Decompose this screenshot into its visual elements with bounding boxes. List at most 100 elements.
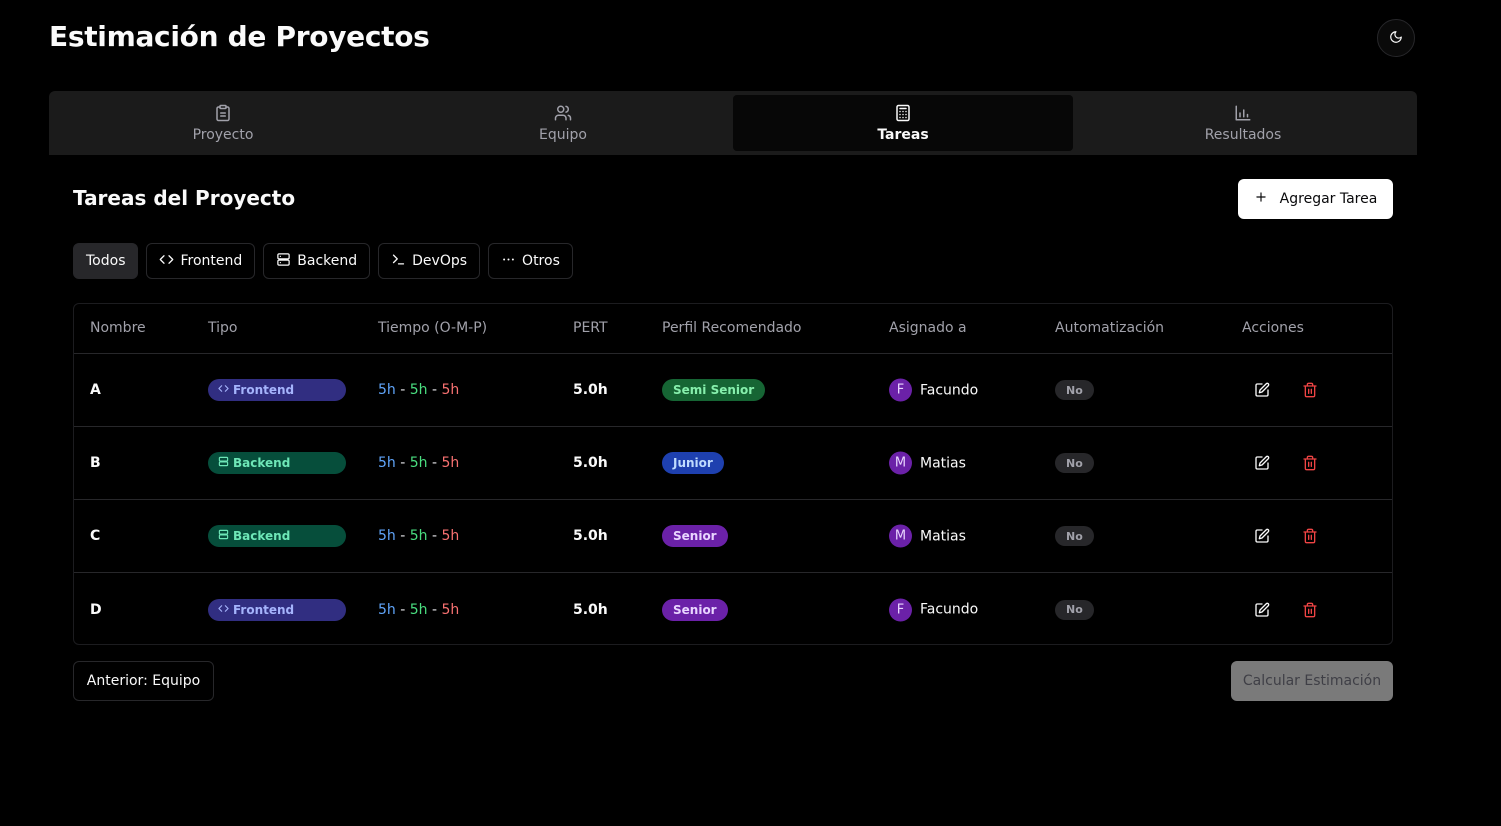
code-icon xyxy=(218,603,229,617)
type-label: Backend xyxy=(233,529,291,543)
automation-badge: No xyxy=(1055,599,1094,620)
filter-label: DevOps xyxy=(412,253,468,269)
filter-todos[interactable]: Todos xyxy=(73,243,139,279)
type-label: Frontend xyxy=(233,383,295,397)
tab-proyecto[interactable]: Proyecto xyxy=(53,95,393,151)
edit-icon[interactable] xyxy=(1253,381,1271,399)
tab-label: Proyecto xyxy=(192,126,254,143)
filter-backend[interactable]: Backend xyxy=(263,243,371,279)
automation-badge: No xyxy=(1055,380,1094,400)
filter-label: Otros xyxy=(522,253,560,269)
task-name: A xyxy=(90,382,101,398)
terminal-icon xyxy=(391,252,406,271)
code-icon xyxy=(159,252,174,271)
assignee: F Facundo xyxy=(889,598,978,621)
pert-value: 5.0h xyxy=(573,455,608,471)
edit-icon[interactable] xyxy=(1253,454,1271,472)
filter-label: Todos xyxy=(86,253,126,269)
tab-label: Equipo xyxy=(539,126,587,143)
task-name: C xyxy=(90,528,101,544)
column-header-perfil: Perfil Recomendado xyxy=(662,320,802,336)
time-omp: 5h - 5h - 5h xyxy=(378,382,460,398)
more-icon xyxy=(501,252,516,271)
type-badge: Frontend xyxy=(208,379,346,401)
type-badge: Backend xyxy=(208,525,346,547)
time-most-likely: 5h xyxy=(409,455,428,471)
server-icon xyxy=(276,252,291,271)
server-icon xyxy=(218,529,229,543)
column-header-acciones: Acciones xyxy=(1242,320,1304,336)
theme-toggle-button[interactable] xyxy=(1377,19,1415,57)
trash-icon[interactable] xyxy=(1301,381,1319,399)
column-header-nombre: Nombre xyxy=(90,320,146,336)
avatar: M xyxy=(889,451,912,475)
type-filters: Todos Frontend Backend DevOps Otros xyxy=(73,243,573,279)
bar-chart-icon xyxy=(1234,104,1252,122)
main-tabs: Proyecto Equipo Tareas Resultados xyxy=(49,91,1417,155)
profile-badge: Senior xyxy=(662,525,728,547)
page-title: Estimación de Proyectos xyxy=(49,20,430,53)
table-row: C Backend 5h - 5h - 5h 5.0h Senior M Mat… xyxy=(74,500,1392,573)
type-badge: Frontend xyxy=(208,598,346,621)
assignee-name: Matias xyxy=(920,455,966,471)
assignee-name: Facundo xyxy=(920,382,979,398)
filter-devops[interactable]: DevOps xyxy=(378,243,481,279)
pert-value: 5.0h xyxy=(573,382,608,398)
code-icon xyxy=(218,383,229,397)
calculate-estimation-button[interactable]: Calcular Estimación xyxy=(1231,661,1393,701)
avatar: F xyxy=(889,598,912,621)
clipboard-icon xyxy=(214,104,232,122)
pert-value: 5.0h xyxy=(573,528,608,544)
tab-equipo[interactable]: Equipo xyxy=(393,95,733,151)
filter-label: Frontend xyxy=(180,253,243,269)
assignee: M Matias xyxy=(889,451,966,475)
column-header-asignado: Asignado a xyxy=(889,320,967,336)
server-icon xyxy=(218,456,229,470)
assignee-name: Facundo xyxy=(920,601,979,618)
time-pessimistic: 5h xyxy=(441,601,460,618)
column-header-pert: PERT xyxy=(573,320,608,336)
tab-tareas[interactable]: Tareas xyxy=(733,95,1073,151)
time-optimistic: 5h xyxy=(378,601,396,618)
column-header-tipo: Tipo xyxy=(208,320,238,336)
profile-badge: Senior xyxy=(662,598,728,621)
tab-label: Tareas xyxy=(877,126,929,143)
trash-icon[interactable] xyxy=(1301,454,1319,472)
type-label: Backend xyxy=(233,456,291,470)
filter-otros[interactable]: Otros xyxy=(488,243,573,279)
trash-icon[interactable] xyxy=(1301,527,1319,545)
edit-icon[interactable] xyxy=(1253,601,1271,619)
time-most-likely: 5h xyxy=(409,601,428,618)
profile-badge: Junior xyxy=(662,452,724,474)
add-task-button[interactable]: Agregar Tarea xyxy=(1238,179,1393,219)
tab-label: Resultados xyxy=(1204,126,1282,143)
previous-step-button[interactable]: Anterior: Equipo xyxy=(73,661,214,701)
table-row: D Frontend 5h - 5h - 5h 5.0h Senior F Fa… xyxy=(74,573,1392,644)
type-label: Frontend xyxy=(233,602,295,617)
time-omp: 5h - 5h - 5h xyxy=(378,528,460,544)
tasks-table: Nombre Tipo Tiempo (O-M-P) PERT Perfil R… xyxy=(73,303,1393,645)
section-title: Tareas del Proyecto xyxy=(73,186,296,210)
time-pessimistic: 5h xyxy=(441,528,460,544)
users-icon xyxy=(554,104,572,122)
assignee: M Matias xyxy=(889,524,966,548)
automation-badge: No xyxy=(1055,526,1094,546)
time-omp: 5h - 5h - 5h xyxy=(378,455,460,471)
time-optimistic: 5h xyxy=(378,455,396,471)
time-most-likely: 5h xyxy=(409,528,428,544)
moon-icon xyxy=(1389,29,1403,48)
tab-resultados[interactable]: Resultados xyxy=(1073,95,1413,151)
time-pessimistic: 5h xyxy=(441,455,460,471)
profile-badge: Semi Senior xyxy=(662,379,766,401)
table-row: A Frontend 5h - 5h - 5h 5.0h Semi Senior… xyxy=(74,354,1392,427)
time-most-likely: 5h xyxy=(409,382,428,398)
trash-icon[interactable] xyxy=(1301,601,1319,619)
filter-label: Backend xyxy=(297,253,358,269)
add-task-label: Agregar Tarea xyxy=(1279,191,1378,207)
edit-icon[interactable] xyxy=(1253,527,1271,545)
pert-value: 5.0h xyxy=(573,601,608,618)
filter-frontend[interactable]: Frontend xyxy=(146,243,256,279)
time-pessimistic: 5h xyxy=(441,382,460,398)
time-omp: 5h - 5h - 5h xyxy=(378,601,460,618)
calculator-icon xyxy=(894,104,912,122)
